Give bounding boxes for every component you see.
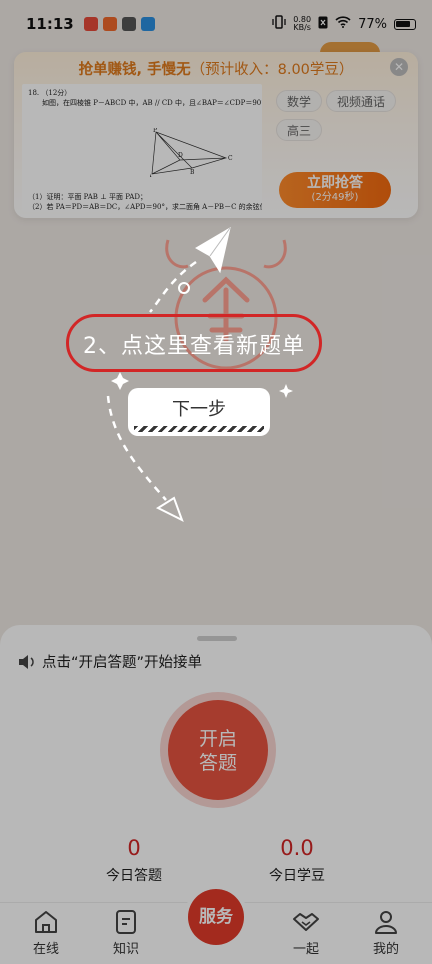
sparkle-icon <box>111 372 129 390</box>
decorative-stripe <box>134 426 264 432</box>
next-step-label: 下一步 <box>172 399 226 420</box>
paper-plane-icon <box>155 496 184 523</box>
sparkle-icon <box>279 384 293 398</box>
guide-hint-bubble: 2、点这里查看新题单 <box>66 314 322 372</box>
paper-plane-icon <box>195 226 231 274</box>
guide-hint-text: 2、点这里查看新题单 <box>83 334 305 359</box>
guide-decoration <box>106 226 293 523</box>
next-step-button[interactable]: 下一步 <box>128 388 270 436</box>
